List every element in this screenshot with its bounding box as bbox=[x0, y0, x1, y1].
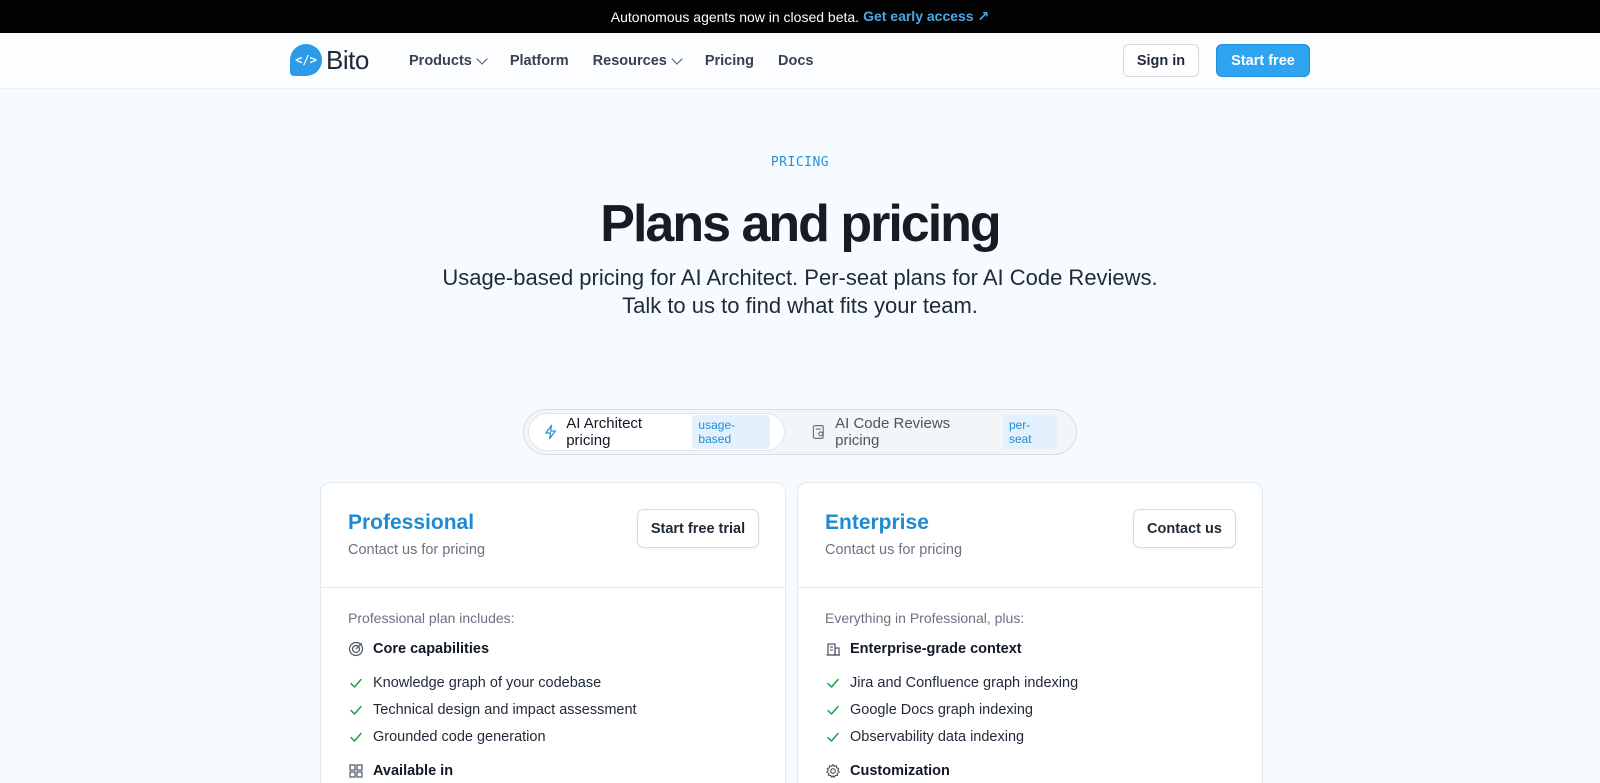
contact-us-button[interactable]: Contact us bbox=[1133, 509, 1236, 548]
plan-card-body: Everything in Professional, plus: Enterp… bbox=[798, 588, 1262, 779]
sign-in-button[interactable]: Sign in bbox=[1123, 44, 1199, 77]
nav-item-label: Pricing bbox=[704, 53, 754, 69]
nav-item-resources[interactable]: Resources bbox=[592, 53, 683, 69]
plan-name: Professional bbox=[348, 511, 475, 534]
start-free-trial-button[interactable]: Start free trial bbox=[637, 509, 759, 548]
feature-group-label: Available in bbox=[373, 763, 454, 779]
feature-text: Observability data indexing bbox=[850, 728, 1025, 745]
plan-card-enterprise: Enterprise Contact us for pricing Contac… bbox=[797, 482, 1263, 783]
pricing-toggle: AI Architect pricing usage-based AI Code… bbox=[523, 409, 1077, 455]
chevron-down-icon bbox=[671, 53, 683, 65]
toggle-label: AI Architect pricing bbox=[566, 415, 643, 449]
plan-card-professional: Professional Contact us for pricing Star… bbox=[320, 482, 786, 783]
feature-item: Observability data indexing bbox=[825, 723, 1235, 750]
bito-logo-icon: </> bbox=[290, 44, 322, 76]
code-review-icon bbox=[813, 425, 825, 439]
plan-card-header: Enterprise Contact us for pricing Contac… bbox=[798, 483, 1262, 588]
toggle-label: AI Code Reviews pricing bbox=[835, 415, 951, 449]
toggle-ai-architect[interactable]: AI Architect pricing usage-based bbox=[528, 413, 786, 451]
plan-card-header: Professional Contact us for pricing Star… bbox=[321, 483, 785, 588]
feature-item: Grounded code generation bbox=[348, 723, 758, 750]
start-free-button[interactable]: Start free bbox=[1216, 44, 1310, 77]
hero-subtitle-line-2: Talk to us to find what fits your team. bbox=[622, 293, 978, 318]
nav-item-platform[interactable]: Platform bbox=[510, 53, 569, 69]
nav-item-label: Products bbox=[409, 53, 472, 69]
feature-text: Grounded code generation bbox=[373, 728, 546, 745]
early-access-link[interactable]: Get early access ↗ bbox=[863, 8, 989, 25]
check-icon bbox=[350, 678, 362, 688]
plan-name: Enterprise bbox=[825, 511, 929, 534]
feature-group-title: Customization bbox=[825, 763, 1235, 779]
plan-includes-label: Everything in Professional, plus: bbox=[825, 610, 1025, 626]
feature-item: Knowledge graph of your codebase bbox=[348, 669, 758, 696]
page-title: Plans and pricing bbox=[600, 195, 1001, 253]
eyebrow-label: PRICING bbox=[770, 155, 830, 170]
check-icon bbox=[827, 732, 839, 742]
announcement-text: Autonomous agents now in closed beta. bbox=[610, 8, 860, 25]
feature-item: Google Docs graph indexing bbox=[825, 696, 1235, 723]
feature-group-label: Core capabilities bbox=[373, 641, 490, 657]
logo-text: Bito bbox=[326, 44, 369, 75]
grid-icon bbox=[349, 764, 363, 778]
check-icon bbox=[827, 678, 839, 688]
feature-text: Jira and Confluence graph indexing bbox=[850, 674, 1079, 691]
target-icon bbox=[348, 641, 364, 657]
plan-card-body: Professional plan includes: Core capabil… bbox=[321, 588, 785, 779]
nav-item-label: Docs bbox=[777, 53, 814, 69]
nav-item-docs[interactable]: Docs bbox=[778, 53, 813, 69]
feature-text: Google Docs graph indexing bbox=[850, 701, 1033, 718]
hero-subtitle: Usage-based pricing for AI Architect. Pe… bbox=[0, 264, 1600, 320]
nav-links: Products Platform Resources Pricing Docs bbox=[409, 33, 813, 89]
feature-item: Jira and Confluence graph indexing bbox=[825, 669, 1235, 696]
toggle-tag: usage-based bbox=[692, 415, 771, 449]
feature-item: Technical design and impact assessment bbox=[348, 696, 758, 723]
feature-group-title: Core capabilities bbox=[348, 641, 758, 657]
navbar: </> Bito Products Platform Resources Pri… bbox=[0, 33, 1600, 89]
nav-item-label: Resources bbox=[592, 53, 667, 69]
nav-item-pricing[interactable]: Pricing bbox=[705, 53, 754, 69]
check-icon bbox=[827, 705, 839, 715]
plan-includes-label: Professional plan includes: bbox=[348, 610, 515, 626]
check-icon bbox=[350, 732, 362, 742]
feature-group-title: Enterprise-grade context bbox=[825, 641, 1235, 657]
feature-text: Technical design and impact assessment bbox=[373, 701, 637, 718]
nav-item-label: Platform bbox=[509, 53, 569, 69]
check-icon bbox=[350, 705, 362, 715]
toggle-ai-code-reviews[interactable]: AI Code Reviews pricing per-seat bbox=[797, 413, 1072, 451]
nav-item-products[interactable]: Products bbox=[409, 53, 488, 69]
feature-text: Knowledge graph of your codebase bbox=[373, 674, 602, 691]
logo[interactable]: </> Bito bbox=[290, 44, 369, 76]
toggle-tag: per-seat bbox=[1002, 415, 1058, 449]
plan-price: Contact us for pricing bbox=[825, 542, 963, 558]
feature-group-label: Customization bbox=[850, 763, 950, 779]
chevron-down-icon bbox=[476, 53, 488, 65]
feature-group-title: Available in bbox=[348, 763, 758, 779]
plan-price: Contact us for pricing bbox=[348, 542, 486, 558]
announcement-bar: Autonomous agents now in closed beta. Ge… bbox=[0, 0, 1600, 33]
feature-group-label: Enterprise-grade context bbox=[850, 641, 1022, 657]
gear-icon bbox=[826, 763, 840, 778]
building-icon bbox=[826, 643, 840, 656]
lightning-icon bbox=[545, 424, 556, 440]
hero-subtitle-line-1: Usage-based pricing for AI Architect. Pe… bbox=[442, 265, 1158, 290]
